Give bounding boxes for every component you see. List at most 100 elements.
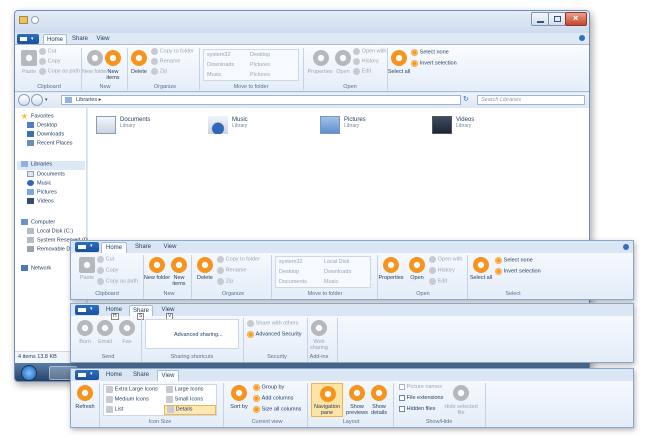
move-item[interactable]: Downloads: [324, 269, 351, 275]
nav-computer[interactable]: Computer: [21, 219, 55, 225]
move-item[interactable]: Music: [324, 279, 338, 285]
copy-to-button[interactable]: Copy to folder: [217, 256, 260, 263]
sort-by-button[interactable]: Sort by: [225, 404, 253, 410]
library-videos[interactable]: Videos Library: [432, 116, 532, 146]
paste-button[interactable]: Paste: [17, 69, 41, 75]
edit-button[interactable]: Edit: [429, 278, 447, 285]
app-menu-button[interactable]: ▾: [75, 305, 99, 315]
close-button[interactable]: ×: [565, 12, 587, 26]
maximize-button[interactable]: [548, 12, 566, 26]
move-to-gallery[interactable]: system32 Local Disk Desktop Downloads Do…: [275, 256, 371, 288]
rename-button[interactable]: Rename: [151, 58, 180, 65]
help-icon[interactable]: [623, 244, 629, 250]
library-music[interactable]: Music Library: [208, 116, 308, 146]
icon-size-gallery[interactable]: Extra Large Icons Large Icons Medium Ico…: [103, 384, 217, 416]
email-button[interactable]: Email: [93, 339, 117, 345]
library-pictures[interactable]: Pictures Library: [320, 116, 420, 146]
invert-selection-button[interactable]: Invert selection: [411, 60, 457, 67]
move-item[interactable]: Desktop: [279, 269, 299, 275]
advanced-sharing-item[interactable]: Advanced sharing...: [174, 332, 223, 338]
search-input[interactable]: Search Libraries: [477, 95, 585, 105]
icon-size-option[interactable]: Medium Icons: [106, 396, 149, 403]
icon-size-option[interactable]: List: [106, 406, 123, 413]
help-icon[interactable]: [579, 35, 585, 41]
move-item[interactable]: Downloads: [207, 62, 234, 68]
delete-button[interactable]: Delete: [125, 69, 153, 75]
copy-button[interactable]: Copy: [39, 58, 61, 65]
move-item[interactable]: Local Disk: [324, 259, 349, 265]
add-columns-button[interactable]: Add columns: [253, 395, 293, 402]
copy-to-button[interactable]: Copy to folder: [151, 48, 194, 55]
nav-libraries[interactable]: Libraries: [17, 161, 85, 170]
move-item[interactable]: Pictures: [250, 72, 270, 78]
hidden-files-checkbox[interactable]: Hidden files: [399, 406, 435, 413]
paste-icon[interactable]: [21, 50, 37, 66]
picture-names-checkbox[interactable]: Picture names: [399, 384, 442, 391]
icon-size-option[interactable]: Large Icons: [166, 386, 203, 393]
nav-local-disk[interactable]: Local Disk (C:): [27, 228, 73, 234]
open-with-button[interactable]: Open with: [353, 48, 386, 55]
copy-button[interactable]: Copy: [97, 267, 119, 274]
start-button[interactable]: [21, 365, 37, 381]
app-menu-button[interactable]: ▾: [17, 34, 39, 44]
hide-selected-button[interactable]: Hide selected file: [443, 404, 479, 416]
file-extensions-checkbox[interactable]: File extensions: [399, 395, 443, 402]
edit-button[interactable]: Edit: [353, 68, 371, 75]
app-menu-button[interactable]: ▾: [75, 242, 99, 252]
nav-downloads[interactable]: Downloads: [27, 131, 64, 137]
nav-recent-places[interactable]: Recent Places: [27, 140, 72, 146]
select-all-button[interactable]: Select all: [469, 275, 493, 281]
zip-button[interactable]: Zip: [151, 68, 167, 75]
tab-share[interactable]: Share: [129, 370, 153, 381]
show-details-button[interactable]: Show details: [365, 404, 393, 416]
navigation-pane-button[interactable]: Navigation pane: [311, 383, 343, 417]
back-button[interactable]: [18, 94, 30, 106]
select-all-button[interactable]: Select all: [387, 69, 411, 75]
tab-view[interactable]: View: [157, 370, 179, 381]
tab-home[interactable]: Home: [101, 242, 127, 253]
move-item[interactable]: Pictures: [250, 62, 270, 68]
nav-pictures[interactable]: Pictures: [27, 189, 57, 195]
move-item[interactable]: Documents: [279, 279, 307, 285]
open-button[interactable]: Open: [405, 275, 429, 281]
zip-button[interactable]: Zip: [217, 278, 233, 285]
refresh-icon[interactable]: ↻: [463, 95, 475, 105]
nav-favorites[interactable]: Favorites: [21, 113, 54, 119]
rename-button[interactable]: Rename: [217, 267, 246, 274]
group-by-button[interactable]: Group by: [253, 384, 284, 391]
history-button[interactable]: History: [429, 267, 455, 274]
move-item[interactable]: Desktop: [250, 52, 270, 58]
move-item[interactable]: Music: [207, 72, 221, 78]
cut-button[interactable]: Cut: [97, 256, 114, 263]
icon-size-option[interactable]: Small Icons: [166, 396, 203, 403]
address-bar[interactable]: Libraries ▸: [61, 95, 461, 105]
nav-network[interactable]: Network: [21, 265, 51, 271]
nav-music[interactable]: Music: [27, 180, 51, 186]
delete-button[interactable]: Delete: [191, 275, 219, 281]
new-items-button[interactable]: New items: [101, 69, 125, 81]
tab-view[interactable]: View: [159, 242, 181, 253]
tab-share[interactable]: Share: [131, 242, 155, 253]
invert-selection-button[interactable]: Invert selection: [495, 268, 541, 275]
nav-videos[interactable]: Videos: [27, 198, 54, 204]
select-none-button[interactable]: Select none: [411, 49, 449, 56]
app-menu-button[interactable]: ▾: [75, 370, 99, 380]
icon-size-option[interactable]: Extra Large Icons: [106, 386, 158, 393]
forward-button[interactable]: [31, 94, 43, 106]
select-none-button[interactable]: Select none: [495, 257, 533, 264]
nav-desktop[interactable]: Desktop: [27, 122, 57, 128]
cut-button[interactable]: Cut: [39, 48, 56, 55]
new-items-button[interactable]: New items: [167, 275, 191, 287]
quick-access-icon[interactable]: [31, 16, 39, 24]
move-item[interactable]: system32: [279, 259, 303, 265]
share-with-others-button[interactable]: Share with others: [247, 320, 298, 327]
open-with-button[interactable]: Open with: [429, 256, 462, 263]
refresh-button[interactable]: Refresh: [71, 404, 99, 410]
library-documents[interactable]: Documents Library: [96, 116, 196, 146]
open-button[interactable]: Open: [331, 69, 355, 75]
nav-documents[interactable]: Documents: [27, 171, 65, 177]
recent-dropdown-icon[interactable]: ▾: [45, 97, 48, 103]
sharing-gallery[interactable]: Advanced sharing...: [145, 319, 239, 349]
properties-button[interactable]: Properties: [373, 275, 409, 281]
move-to-gallery[interactable]: system32 Desktop Downloads Pictures Musi…: [203, 49, 299, 81]
